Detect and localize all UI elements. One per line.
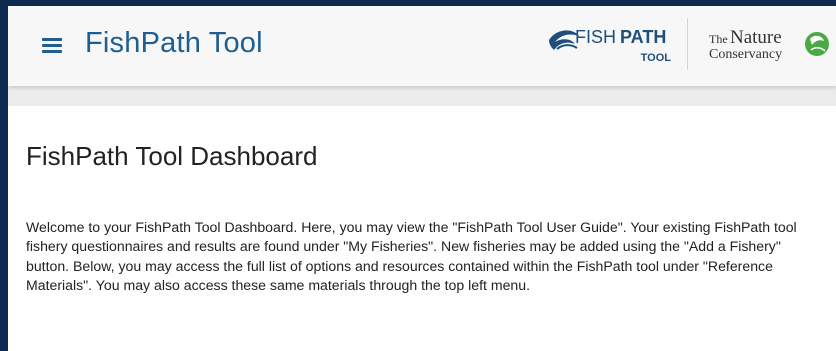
logo-word-the: The	[709, 32, 728, 46]
app-header: FishPath Tool FISH PATH TOOL The Nature …	[8, 6, 836, 86]
logo-word-fish: FISH	[575, 27, 616, 47]
logo-word-conservancy: Conservancy	[709, 47, 782, 62]
logo-divider	[687, 18, 688, 70]
menu-bar-line	[42, 38, 62, 41]
app-title: FishPath Tool	[85, 27, 263, 59]
menu-bar-line	[42, 50, 62, 53]
main-content: FishPath Tool Dashboard Welcome to your …	[8, 106, 836, 351]
logo-word-nature: Nature	[730, 27, 782, 48]
toolbar-strip	[8, 86, 836, 106]
menu-bar-line	[42, 44, 62, 47]
hamburger-menu-icon[interactable]	[42, 36, 62, 54]
fish-swoosh-line	[556, 44, 578, 50]
logo-word-path: PATH	[620, 27, 666, 47]
nature-conservancy-logo: The Nature Conservancy	[709, 27, 829, 62]
logo-word-tool: TOOL	[641, 52, 672, 64]
fishpath-logo: FISH PATH TOOL	[549, 27, 672, 64]
welcome-paragraph: Welcome to your FishPath Tool Dashboard.…	[26, 219, 797, 294]
app-window: FishPath Tool FISH PATH TOOL The Nature …	[8, 6, 836, 351]
page-title: FishPath Tool Dashboard	[26, 141, 318, 171]
leaf-globe-icon	[805, 32, 829, 56]
